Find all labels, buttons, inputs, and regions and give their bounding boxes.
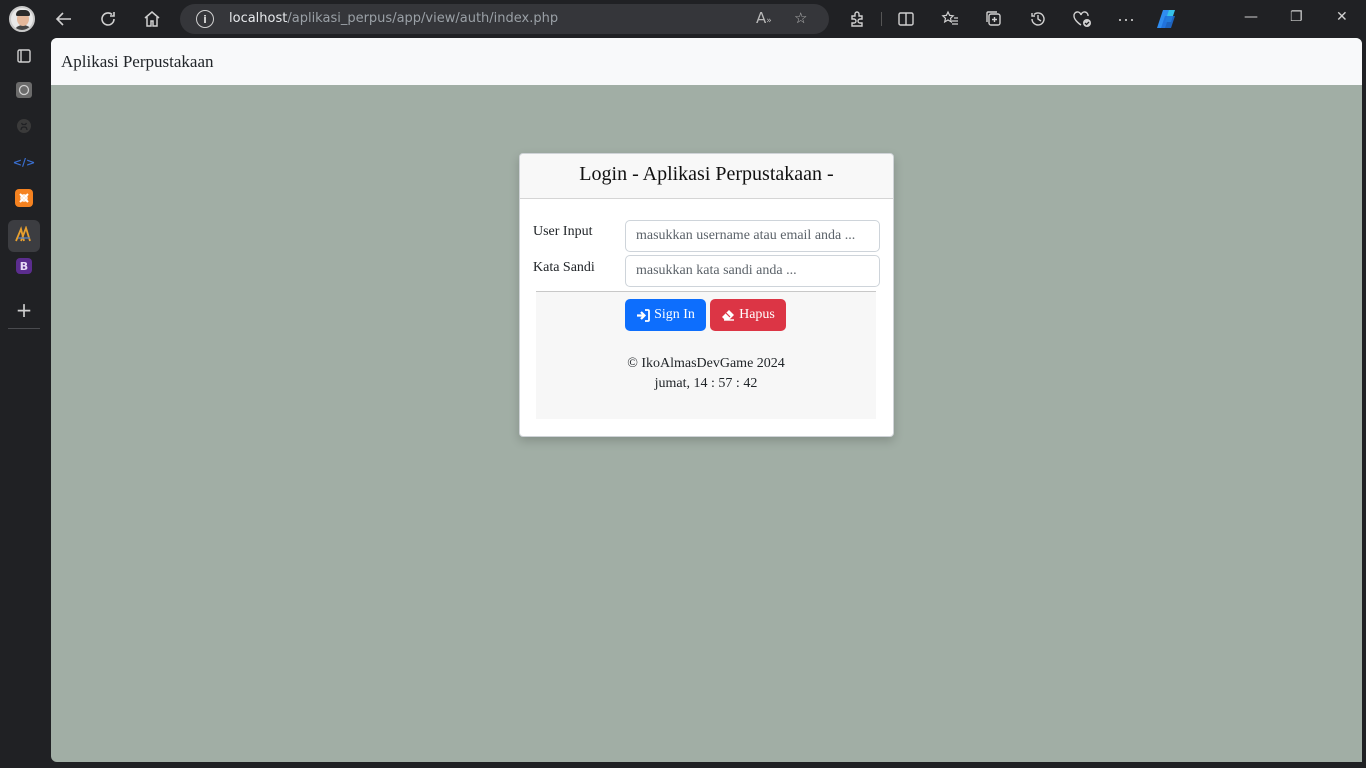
user-input-field[interactable]	[625, 220, 880, 252]
login-title: Login - Aplikasi Perpustakaan -	[579, 163, 834, 185]
url-text[interactable]: localhost/aplikasi_perpus/app/view/auth/…	[229, 11, 558, 26]
reset-label: Hapus	[739, 307, 775, 322]
sign-in-icon	[636, 308, 650, 322]
history-icon[interactable]	[1026, 7, 1050, 31]
clock-text: jumat, 14 : 57 : 42	[654, 376, 758, 391]
restore-icon[interactable]: ❐	[1290, 9, 1303, 25]
profile-avatar[interactable]	[9, 6, 35, 32]
split-screen-icon[interactable]	[894, 7, 918, 31]
code-tab-icon[interactable]: </>	[12, 150, 36, 174]
avatar-hair-shape	[16, 10, 30, 16]
close-window-icon[interactable]: ✕	[1336, 9, 1348, 25]
reset-button[interactable]: Hapus	[710, 299, 786, 331]
avatar-body-shape	[13, 25, 33, 30]
password-label: Kata Sandi	[533, 260, 595, 275]
minimize-icon[interactable]: —	[1244, 9, 1258, 25]
favorite-star-icon[interactable]: ☆	[794, 9, 807, 27]
eraser-icon	[721, 309, 735, 321]
address-bar[interactable]: i localhost/aplikasi_perpus/app/view/aut…	[180, 4, 829, 34]
back-icon[interactable]	[52, 7, 76, 31]
performance-heart-icon[interactable]	[1070, 7, 1094, 31]
favorites-icon[interactable]	[938, 7, 962, 31]
refresh-icon[interactable]	[96, 7, 120, 31]
password-field[interactable]	[625, 255, 880, 287]
copilot-icon[interactable]	[1155, 7, 1179, 31]
bootstrap-tab-icon[interactable]: B	[16, 258, 32, 274]
more-options-icon[interactable]: ···	[1114, 7, 1138, 31]
user-input-label: User Input	[533, 224, 593, 239]
browser-toolbar: i localhost/aplikasi_perpus/app/view/aut…	[0, 0, 1366, 38]
browser-sidebar: </> B +	[0, 38, 48, 768]
sign-in-label: Sign In	[654, 307, 695, 322]
add-tab-icon[interactable]: +	[12, 298, 36, 322]
toolbar-divider	[881, 12, 882, 26]
sidebar-divider	[8, 328, 40, 329]
login-card-header: Login - Aplikasi Perpustakaan -	[520, 154, 893, 199]
login-card-footer: Sign In Hapus © IkoAlmasDevGame 2024 jum…	[536, 291, 876, 419]
github-tab-icon[interactable]	[12, 114, 36, 138]
url-host: localhost	[229, 11, 288, 26]
url-path: /aplikasi_perpus/app/view/auth/index.php	[287, 11, 559, 26]
collections-icon[interactable]	[982, 7, 1006, 31]
navbar-brand[interactable]: Aplikasi Perpustakaan	[61, 52, 214, 72]
tab-actions-icon[interactable]	[12, 44, 36, 68]
navbar: Aplikasi Perpustakaan	[51, 38, 1362, 85]
home-icon[interactable]	[140, 7, 164, 31]
copyright-text: © IkoAlmasDevGame 2024	[627, 356, 785, 371]
phpmyadmin-tab-icon[interactable]	[12, 222, 36, 246]
chatgpt-tab-icon[interactable]	[12, 78, 36, 102]
xampp-tab-icon[interactable]	[12, 186, 36, 210]
page-viewport: Aplikasi Perpustakaan Login - Aplikasi P…	[51, 38, 1362, 762]
login-card: Login - Aplikasi Perpustakaan - User Inp…	[519, 153, 894, 437]
site-info-icon[interactable]: i	[196, 10, 214, 28]
sign-in-button[interactable]: Sign In	[625, 299, 706, 331]
read-aloud-icon[interactable]: A»	[756, 9, 772, 27]
extensions-icon[interactable]	[845, 7, 869, 31]
